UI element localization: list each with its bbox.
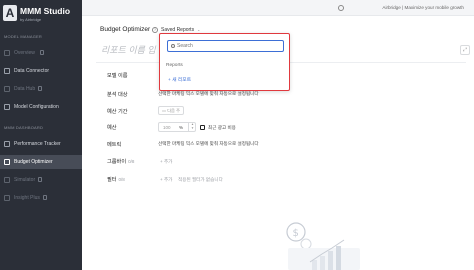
model-label: 모델 이름 bbox=[107, 73, 128, 79]
dollar-sign-icon: $ bbox=[293, 228, 299, 239]
topbar-tagline[interactable]: Airbridge | Maximize your mobile growth bbox=[382, 5, 464, 10]
sidebar-item-label: Model Configuration bbox=[14, 104, 59, 110]
filter-empty-hint: 적용된 필터가 없습니다 bbox=[178, 177, 223, 182]
filter-title: 필터 bbox=[107, 177, 117, 183]
brand[interactable]: A MMM Studio by Airbridge bbox=[3, 5, 81, 27]
sidebar-item-label: Overview bbox=[14, 50, 35, 56]
sidebar-item-label: Performance Tracker bbox=[14, 141, 61, 147]
metric-hint: 선택한 마케팅 믹스 모델에 맞춰 자동으로 설정됩니다 bbox=[158, 141, 259, 146]
group-by-count: 0/8 bbox=[128, 159, 135, 164]
app-subtitle: by Airbridge bbox=[20, 17, 42, 22]
bar-icon bbox=[336, 246, 341, 270]
expand-icon[interactable]: ⤢ bbox=[460, 45, 470, 55]
sidebar-item-data-hub[interactable]: Data Hub bbox=[0, 82, 82, 96]
sidebar-item-performance-tracker[interactable]: Performance Tracker bbox=[0, 137, 82, 151]
section-mmm-dashboard: MMM DASHBOARD bbox=[4, 125, 44, 130]
new-report-button[interactable]: + 새 리포트 bbox=[168, 76, 191, 83]
bar-icon bbox=[328, 251, 333, 270]
budget-value: 100 bbox=[163, 125, 171, 130]
reports-section-label: Reports bbox=[166, 63, 183, 68]
top-bar: Airbridge | Maximize your mobile growth bbox=[82, 0, 474, 16]
lock-icon bbox=[38, 86, 42, 91]
bar-icon bbox=[312, 260, 317, 270]
target-label: 분석 대상 bbox=[107, 92, 128, 98]
budget-stepper[interactable]: ▴ ▾ bbox=[188, 122, 196, 132]
sidebar-item-label: Budget Optimizer bbox=[14, 159, 53, 165]
lock-icon bbox=[43, 195, 47, 200]
filter-count: 0/8 bbox=[118, 177, 125, 182]
sidebar: A MMM Studio by Airbridge MODEL MANAGER … bbox=[0, 0, 82, 270]
target-hint: 선택한 마케팅 믹스 모델에 맞춰 자동으로 설정됩니다 bbox=[158, 91, 259, 96]
chevron-down-icon[interactable]: ⌄ bbox=[197, 27, 200, 32]
budget-unit: % bbox=[178, 125, 183, 130]
budget-icon bbox=[4, 159, 10, 165]
period-label: 예산 기간 bbox=[107, 109, 128, 115]
small-coin-icon bbox=[300, 238, 312, 250]
sidebar-item-label: Data Hub bbox=[14, 86, 36, 92]
lock-icon bbox=[38, 177, 42, 182]
help-icon[interactable]: ? bbox=[152, 27, 158, 33]
search-icon bbox=[171, 44, 175, 48]
section-model-manager: MODEL MANAGER bbox=[4, 34, 43, 39]
calendar-icon: ▭ bbox=[162, 108, 167, 113]
airbridge-mark-icon bbox=[338, 5, 344, 11]
overview-icon bbox=[4, 50, 10, 56]
period-value: 다음 주 bbox=[167, 108, 180, 113]
app-title: MMM Studio bbox=[20, 6, 71, 16]
search-input[interactable] bbox=[177, 42, 277, 50]
connector-icon bbox=[4, 68, 10, 74]
budget-illustration: $ bbox=[286, 222, 360, 270]
filter-add-button[interactable]: + 추가 bbox=[160, 177, 172, 183]
group-by-title: 그룹바이 bbox=[107, 159, 127, 165]
saved-reports-dropdown: Reports + 새 리포트 bbox=[159, 33, 290, 91]
sidebar-item-budget-optimizer[interactable]: Budget Optimizer bbox=[0, 155, 82, 169]
sidebar-item-insight-plus[interactable]: Insight Plus bbox=[0, 191, 82, 205]
sidebar-item-model-configuration[interactable]: Model Configuration bbox=[0, 100, 82, 114]
metric-label: 메트릭 bbox=[107, 142, 122, 148]
group-by-label: 그룹바이 0/8 bbox=[107, 158, 134, 165]
search-box[interactable] bbox=[167, 40, 284, 52]
insight-icon bbox=[4, 195, 10, 201]
filter-label: 필터 0/8 bbox=[107, 176, 125, 183]
page-title: Budget Optimizer bbox=[100, 26, 151, 33]
period-select[interactable]: ▭ 다음 주 bbox=[158, 106, 184, 115]
airbridge-logo-icon: A bbox=[3, 5, 17, 21]
sidebar-item-data-connector[interactable]: Data Connector bbox=[0, 64, 82, 78]
sidebar-item-label: Simulator bbox=[14, 177, 36, 183]
sidebar-item-label: Data Connector bbox=[14, 68, 50, 74]
report-name-input[interactable]: 리포트 이름 입 bbox=[101, 43, 156, 56]
bar-icon bbox=[320, 256, 325, 270]
sidebar-item-overview[interactable]: Overview bbox=[0, 46, 82, 60]
recent-cost-label: 최근 광고 비용 bbox=[208, 125, 236, 130]
data-hub-icon bbox=[4, 86, 10, 92]
lock-icon bbox=[40, 50, 44, 55]
sidebar-item-label: Insight Plus bbox=[14, 195, 40, 201]
recent-cost-checkbox[interactable] bbox=[200, 125, 205, 130]
sidebar-item-simulator[interactable]: Simulator bbox=[0, 173, 82, 187]
performance-icon bbox=[4, 141, 10, 147]
simulator-icon bbox=[4, 177, 10, 183]
model-config-icon bbox=[4, 104, 10, 110]
budget-label: 예산 bbox=[107, 125, 117, 131]
group-by-add-button[interactable]: + 추가 bbox=[160, 159, 172, 165]
